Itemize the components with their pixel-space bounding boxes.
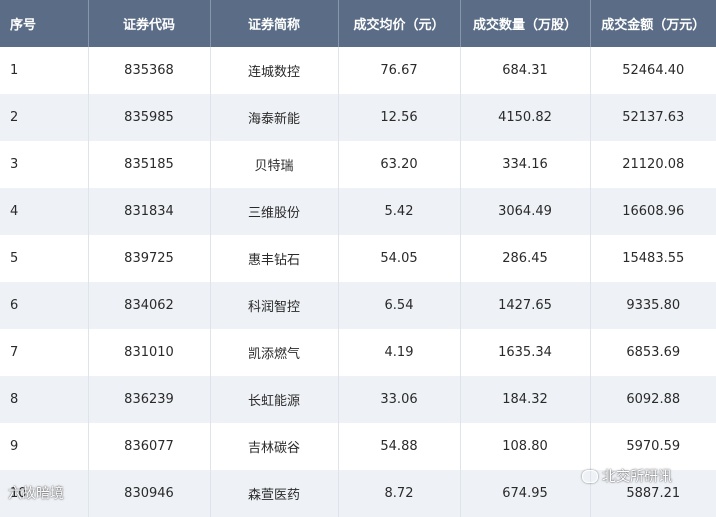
cell-avg-price: 63.20 xyxy=(338,141,461,188)
cell-amount: 52137.63 xyxy=(590,94,716,141)
cell-amount: 15483.55 xyxy=(590,235,716,282)
cell-avg-price: 6.54 xyxy=(338,282,461,329)
cell-volume: 684.31 xyxy=(460,47,591,94)
header-code: 证券代码 xyxy=(88,0,211,47)
cell-name: 森萱医药 xyxy=(210,470,339,517)
cell-avg-price: 12.56 xyxy=(338,94,461,141)
watermark-left: 六故暗境 xyxy=(8,483,64,503)
table-row: 8 836239 长虹能源 33.06 184.32 6092.88 xyxy=(0,376,716,423)
cell-amount: 6853.69 xyxy=(590,329,716,376)
cell-avg-price: 33.06 xyxy=(338,376,461,423)
cell-index: 2 xyxy=(0,94,89,141)
cell-amount: 52464.40 xyxy=(590,47,716,94)
cell-volume: 1635.34 xyxy=(460,329,591,376)
table-row: 5 839725 惠丰钻石 54.05 286.45 15483.55 xyxy=(0,235,716,282)
cell-code: 836239 xyxy=(88,376,211,423)
cell-avg-price: 54.05 xyxy=(338,235,461,282)
cell-code: 835185 xyxy=(88,141,211,188)
cell-name: 凯添燃气 xyxy=(210,329,339,376)
table-row: 2 835985 海泰新能 12.56 4150.82 52137.63 xyxy=(0,94,716,141)
cell-code: 831010 xyxy=(88,329,211,376)
cell-amount: 5970.59 xyxy=(590,423,716,470)
cell-amount: 6092.88 xyxy=(590,376,716,423)
cell-index: 4 xyxy=(0,188,89,235)
cell-code: 834062 xyxy=(88,282,211,329)
cell-avg-price: 8.72 xyxy=(338,470,461,517)
table-row: 7 831010 凯添燃气 4.19 1635.34 6853.69 xyxy=(0,329,716,376)
cell-avg-price: 4.19 xyxy=(338,329,461,376)
cell-amount: 21120.08 xyxy=(590,141,716,188)
cell-volume: 184.32 xyxy=(460,376,591,423)
cell-name: 吉林碳谷 xyxy=(210,423,339,470)
cell-index: 3 xyxy=(0,141,89,188)
cell-avg-price: 5.42 xyxy=(338,188,461,235)
watermark-right-text: 北交所研讯 xyxy=(602,469,672,485)
cell-index: 6 xyxy=(0,282,89,329)
cell-avg-price: 76.67 xyxy=(338,47,461,94)
cell-code: 835368 xyxy=(88,47,211,94)
header-avg-price: 成交均价（元） xyxy=(338,0,461,47)
watermark-right: 北交所研讯 xyxy=(582,466,672,486)
cell-code: 835985 xyxy=(88,94,211,141)
cell-volume: 286.45 xyxy=(460,235,591,282)
table-row: 6 834062 科润智控 6.54 1427.65 9335.80 xyxy=(0,282,716,329)
cell-volume: 1427.65 xyxy=(460,282,591,329)
cell-volume: 334.16 xyxy=(460,141,591,188)
cell-name: 长虹能源 xyxy=(210,376,339,423)
trading-table: 序号 证券代码 证券简称 成交均价（元） 成交数量（万股） 成交金额（万元） 1… xyxy=(0,0,716,517)
table-row: 4 831834 三维股份 5.42 3064.49 16608.96 xyxy=(0,188,716,235)
table-row: 9 836077 吉林碳谷 54.88 108.80 5970.59 xyxy=(0,423,716,470)
cell-code: 831834 xyxy=(88,188,211,235)
cell-index: 8 xyxy=(0,376,89,423)
cell-name: 三维股份 xyxy=(210,188,339,235)
cell-index: 1 xyxy=(0,47,89,94)
cell-avg-price: 54.88 xyxy=(338,423,461,470)
table-row: 1 835368 连城数控 76.67 684.31 52464.40 xyxy=(0,47,716,94)
cell-index: 7 xyxy=(0,329,89,376)
cell-volume: 4150.82 xyxy=(460,94,591,141)
header-name: 证券简称 xyxy=(210,0,339,47)
watermark-left-text: 六故暗境 xyxy=(8,486,64,502)
cell-index: 9 xyxy=(0,423,89,470)
header-volume: 成交数量（万股） xyxy=(460,0,591,47)
table-header-row: 序号 证券代码 证券简称 成交均价（元） 成交数量（万股） 成交金额（万元） xyxy=(0,0,716,47)
cell-name: 海泰新能 xyxy=(210,94,339,141)
header-index: 序号 xyxy=(0,0,89,47)
cell-code: 839725 xyxy=(88,235,211,282)
cell-name: 贝特瑞 xyxy=(210,141,339,188)
cell-volume: 3064.49 xyxy=(460,188,591,235)
cell-name: 惠丰钻石 xyxy=(210,235,339,282)
cell-name: 连城数控 xyxy=(210,47,339,94)
header-amount: 成交金额（万元） xyxy=(590,0,716,47)
cell-volume: 108.80 xyxy=(460,423,591,470)
cell-code: 836077 xyxy=(88,423,211,470)
cell-amount: 16608.96 xyxy=(590,188,716,235)
table-body: 1 835368 连城数控 76.67 684.31 52464.40 2 835985 海泰新… xyxy=(0,47,716,517)
table-row: 3 835185 贝特瑞 63.20 334.16 21120.08 xyxy=(0,141,716,188)
cell-code: 830946 xyxy=(88,470,211,517)
cell-volume: 674.95 xyxy=(460,470,591,517)
wechat-icon xyxy=(582,469,598,483)
cell-name: 科润智控 xyxy=(210,282,339,329)
cell-index: 5 xyxy=(0,235,89,282)
cell-amount: 9335.80 xyxy=(590,282,716,329)
